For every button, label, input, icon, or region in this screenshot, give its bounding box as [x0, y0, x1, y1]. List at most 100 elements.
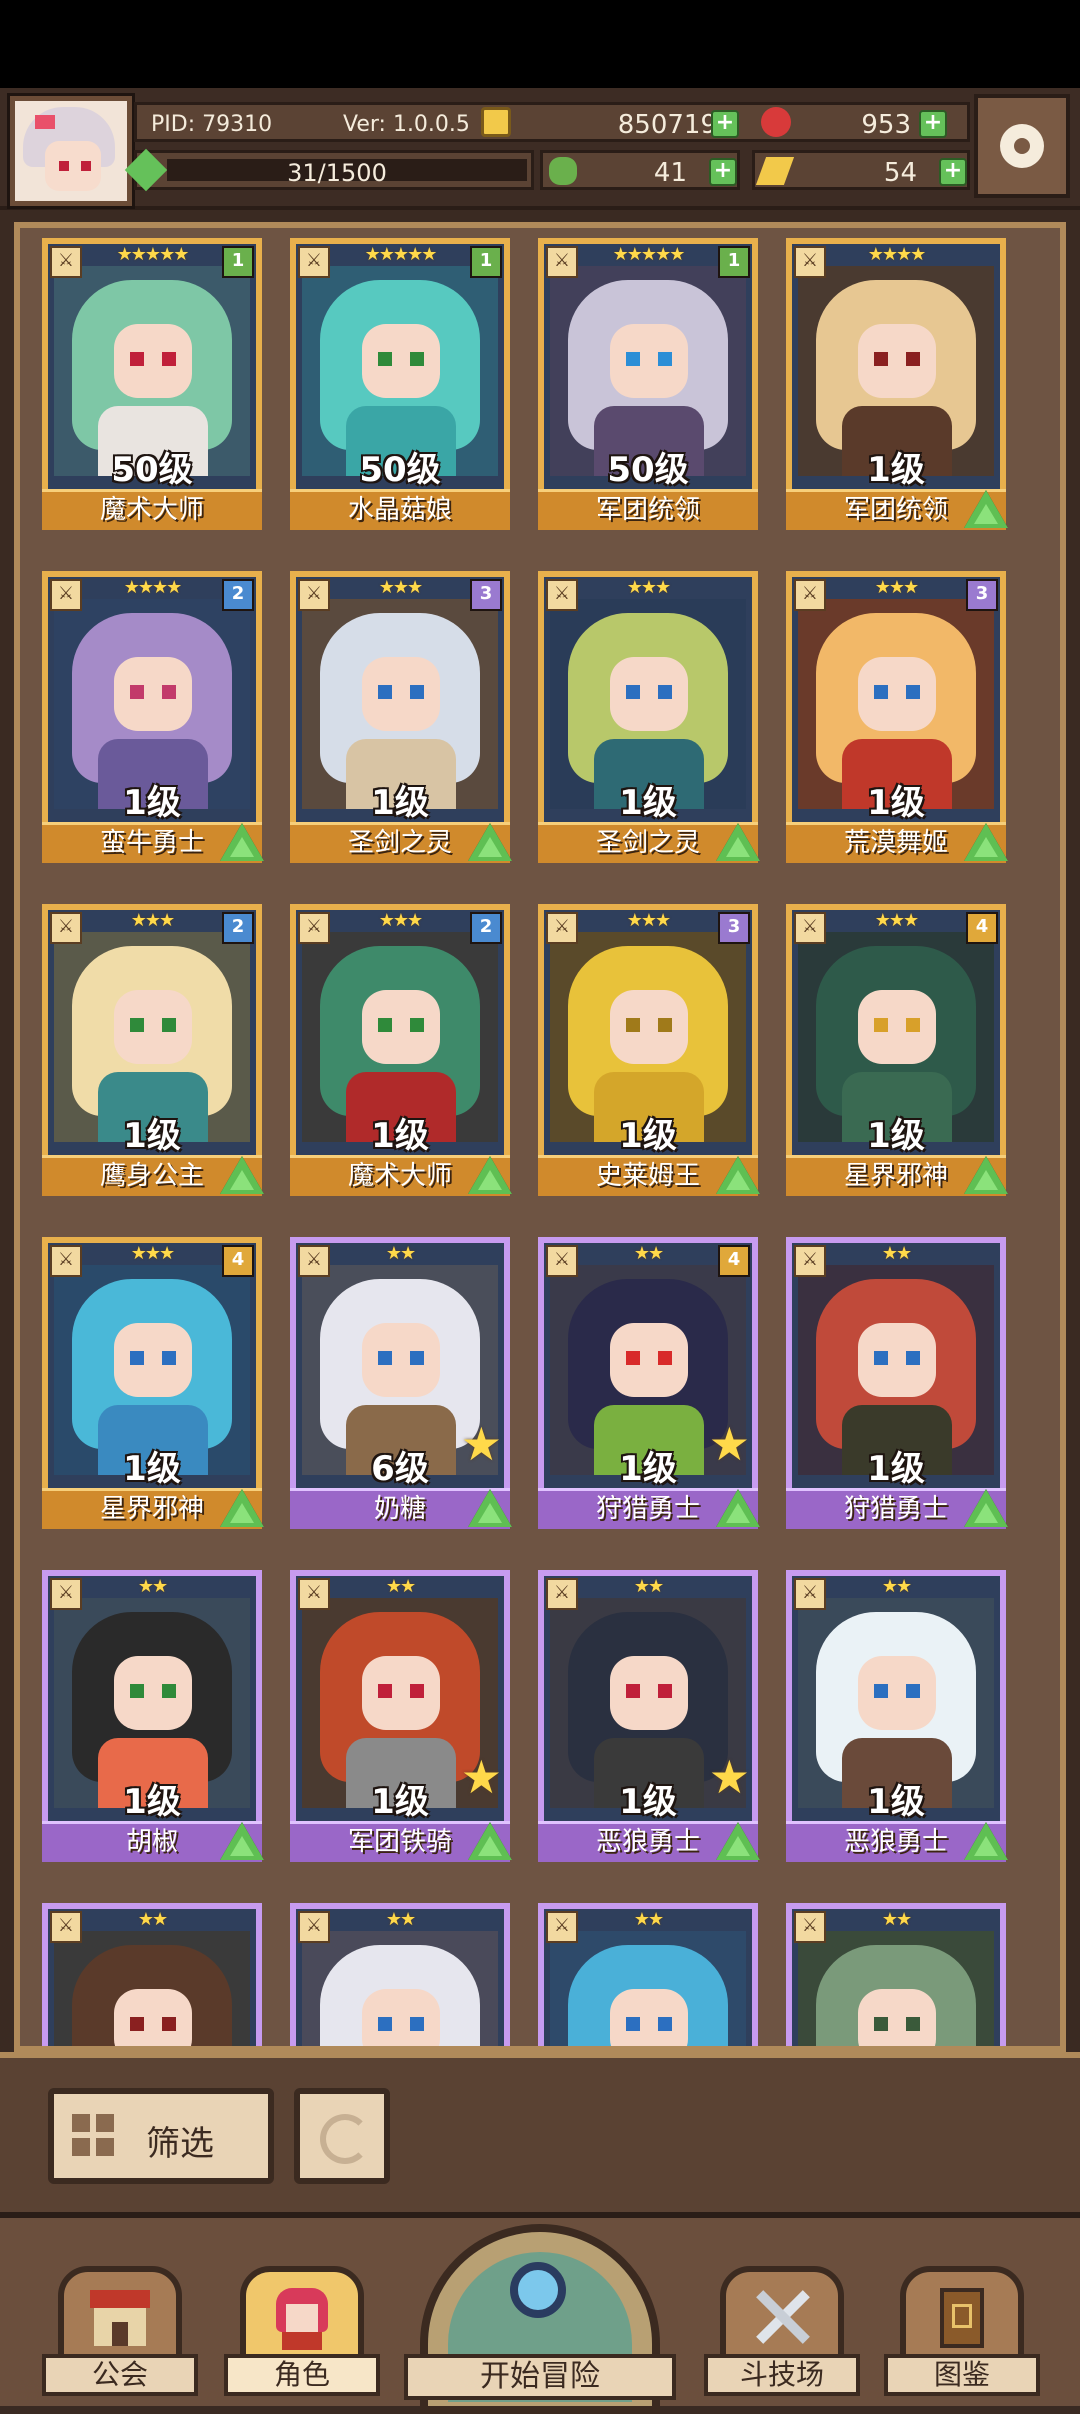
- character-level: 1级: [619, 1449, 677, 1489]
- nav-codex-label: 图鉴: [884, 2354, 1040, 2396]
- rarity-stars: ★★: [385, 1243, 416, 1264]
- character-card[interactable]: ⚔ ★★: [538, 1903, 758, 2046]
- character-level: 1级: [123, 1782, 181, 1822]
- character-card[interactable]: ⚔ ★★: [290, 1903, 510, 2046]
- character-level: 50级: [111, 450, 193, 490]
- gold-coin-icon: [481, 107, 511, 137]
- add-gold-button[interactable]: +: [711, 110, 739, 138]
- rarity-stars: ★★: [633, 1576, 664, 1597]
- character-grid[interactable]: ⚔ ★★★★★ 1 50级 魔术大师 ⚔ ★★★★★ 1 50级 水晶菇娘 ⚔ ★★★★★ 1 50级 军团…: [14, 222, 1066, 2052]
- character-card[interactable]: ⚔ ★★ 1级 狩猎勇士: [786, 1237, 1008, 1529]
- character-level: 1级: [867, 450, 925, 490]
- clover-amount: 41: [653, 158, 687, 188]
- rank-badge: 1: [222, 246, 254, 278]
- character-card[interactable]: ⚔ ★★★ 2 1级 鹰身公主: [42, 904, 264, 1196]
- add-key-button[interactable]: +: [939, 158, 967, 186]
- character-card[interactable]: ⚔ ★★ ★ 6级 奶糖: [290, 1237, 512, 1529]
- character-card[interactable]: ⚔ ★★★★★ 1 50级 水晶菇娘: [290, 238, 510, 530]
- character-card[interactable]: ⚔ ★★: [786, 1903, 1006, 2046]
- rank-badge: 1: [470, 246, 502, 278]
- character-card[interactable]: ⚔ ★★ 4 ★ 1级 狩猎勇士: [538, 1237, 760, 1529]
- filter-label: 筛选: [146, 2124, 214, 2164]
- character-name: 水晶菇娘: [290, 489, 510, 530]
- upgrade-arrow-icon: [220, 1156, 264, 1194]
- rank-badge: 3: [718, 912, 750, 944]
- nav-arena[interactable]: 斗技场: [704, 2258, 860, 2398]
- character-card[interactable]: ⚔ ★★★ 4 1级 星界邪神: [786, 904, 1008, 1196]
- rarity-stars: ★★: [137, 1576, 168, 1597]
- character-level: 1级: [371, 783, 429, 823]
- character-card[interactable]: ⚔ ★★★★ 1级 军团统领: [786, 238, 1008, 530]
- gold-amount: 850719: [617, 110, 717, 140]
- gem-amount: 953: [861, 110, 911, 140]
- character-card[interactable]: ⚔ ★★ ★ 1级 军团铁骑: [290, 1570, 512, 1862]
- character-level: 1级: [867, 1782, 925, 1822]
- add-gem-button[interactable]: +: [919, 110, 947, 138]
- rarity-stars: ★★: [881, 1909, 912, 1930]
- settings-button[interactable]: [974, 94, 1070, 198]
- character-card[interactable]: ⚔ ★★ 1级 胡椒: [42, 1570, 264, 1862]
- character-card[interactable]: ⚔ ★★: [42, 1903, 262, 2046]
- character-name: 魔术大师: [42, 489, 262, 530]
- character-card[interactable]: ⚔ ★★★ 2 1级 魔术大师: [290, 904, 512, 1196]
- filter-button[interactable]: 筛选: [48, 2088, 274, 2184]
- guild-building-icon: [86, 2284, 154, 2352]
- character-card[interactable]: ⚔ ★★★ 3 1级 史莱姆王: [538, 904, 760, 1196]
- character-card[interactable]: ⚔ ★★★★★ 1 50级 魔术大师: [42, 238, 262, 530]
- character-card[interactable]: ⚔ ★★★ 1级 圣剑之灵: [538, 571, 760, 863]
- top-hud: PID: 79310 Ver: 1.0.0.5 850719 + 953 + 3…: [0, 88, 1080, 210]
- nav-arena-label: 斗技场: [704, 2354, 860, 2396]
- rarity-stars: ★★★★: [867, 244, 927, 265]
- upgrade-arrow-icon: [964, 490, 1008, 528]
- upgrade-arrow-icon: [468, 1822, 512, 1860]
- character-level: 6级: [371, 1449, 429, 1489]
- player-id: PID: 79310: [151, 112, 273, 137]
- upgrade-arrow-icon: [716, 1156, 760, 1194]
- start-adventure-label: 开始冒险: [404, 2354, 676, 2400]
- exp-bar: 31/1500: [124, 148, 534, 192]
- nav-character-label: 角色: [224, 2354, 380, 2396]
- exp-value: 31/1500: [287, 159, 387, 187]
- rank-badge: 2: [222, 579, 254, 611]
- upgrade-arrow-icon: [220, 1489, 264, 1527]
- refresh-button[interactable]: [294, 2088, 390, 2184]
- key-bar: 54 +: [752, 150, 970, 190]
- character-portrait: [302, 1931, 498, 2046]
- character-card[interactable]: ⚔ ★★★ 3 1级 圣剑之灵: [290, 571, 512, 863]
- rank-badge: 4: [718, 1245, 750, 1277]
- upgrade-arrow-icon: [468, 823, 512, 861]
- grid-icon: [72, 2114, 116, 2158]
- filter-bar: 筛选: [0, 2052, 1080, 2218]
- upgrade-arrow-icon: [964, 1489, 1008, 1527]
- character-icon: [268, 2284, 336, 2352]
- character-level: 1级: [619, 783, 677, 823]
- character-card[interactable]: ⚔ ★★ ★ 1级 恶狼勇士: [538, 1570, 760, 1862]
- rank-badge: 2: [222, 912, 254, 944]
- rarity-stars: ★★: [881, 1576, 912, 1597]
- character-level: 1级: [867, 783, 925, 823]
- character-portrait: [798, 1931, 994, 2046]
- character-portrait: [550, 1931, 746, 2046]
- upgrade-arrow-icon: [220, 823, 264, 861]
- character-card[interactable]: ⚔ ★★★ 3 1级 荒漠舞姬: [786, 571, 1008, 863]
- character-card[interactable]: ⚔ ★★★★★ 1 50级 军团统领: [538, 238, 758, 530]
- character-card[interactable]: ⚔ ★★★ 4 1级 星界邪神: [42, 1237, 264, 1529]
- character-level: 1级: [123, 1449, 181, 1489]
- clover-icon: [549, 157, 577, 185]
- nav-character[interactable]: 角色: [224, 2258, 380, 2398]
- upgrade-arrow-icon: [716, 823, 760, 861]
- character-card[interactable]: ⚔ ★★★★ 2 1级 蛮牛勇士: [42, 571, 264, 863]
- nav-codex[interactable]: 图鉴: [884, 2258, 1040, 2398]
- character-card[interactable]: ⚔ ★★ 1级 恶狼勇士: [786, 1570, 1008, 1862]
- player-avatar[interactable]: [10, 96, 132, 206]
- nav-guild[interactable]: 公会: [42, 2258, 198, 2398]
- rank-badge: 4: [966, 912, 998, 944]
- character-level: 1级: [867, 1116, 925, 1156]
- add-clover-button[interactable]: +: [709, 158, 737, 186]
- rarity-stars: ★★: [633, 1909, 664, 1930]
- character-portrait: [54, 1931, 250, 2046]
- start-adventure-button[interactable]: 开始冒险: [404, 2218, 676, 2414]
- version-label: Ver: 1.0.0.5: [343, 112, 470, 137]
- bottom-nav: 公会 角色 开始冒险 斗技场 图鉴: [0, 2212, 1080, 2414]
- clover-bar: 41 +: [540, 150, 740, 190]
